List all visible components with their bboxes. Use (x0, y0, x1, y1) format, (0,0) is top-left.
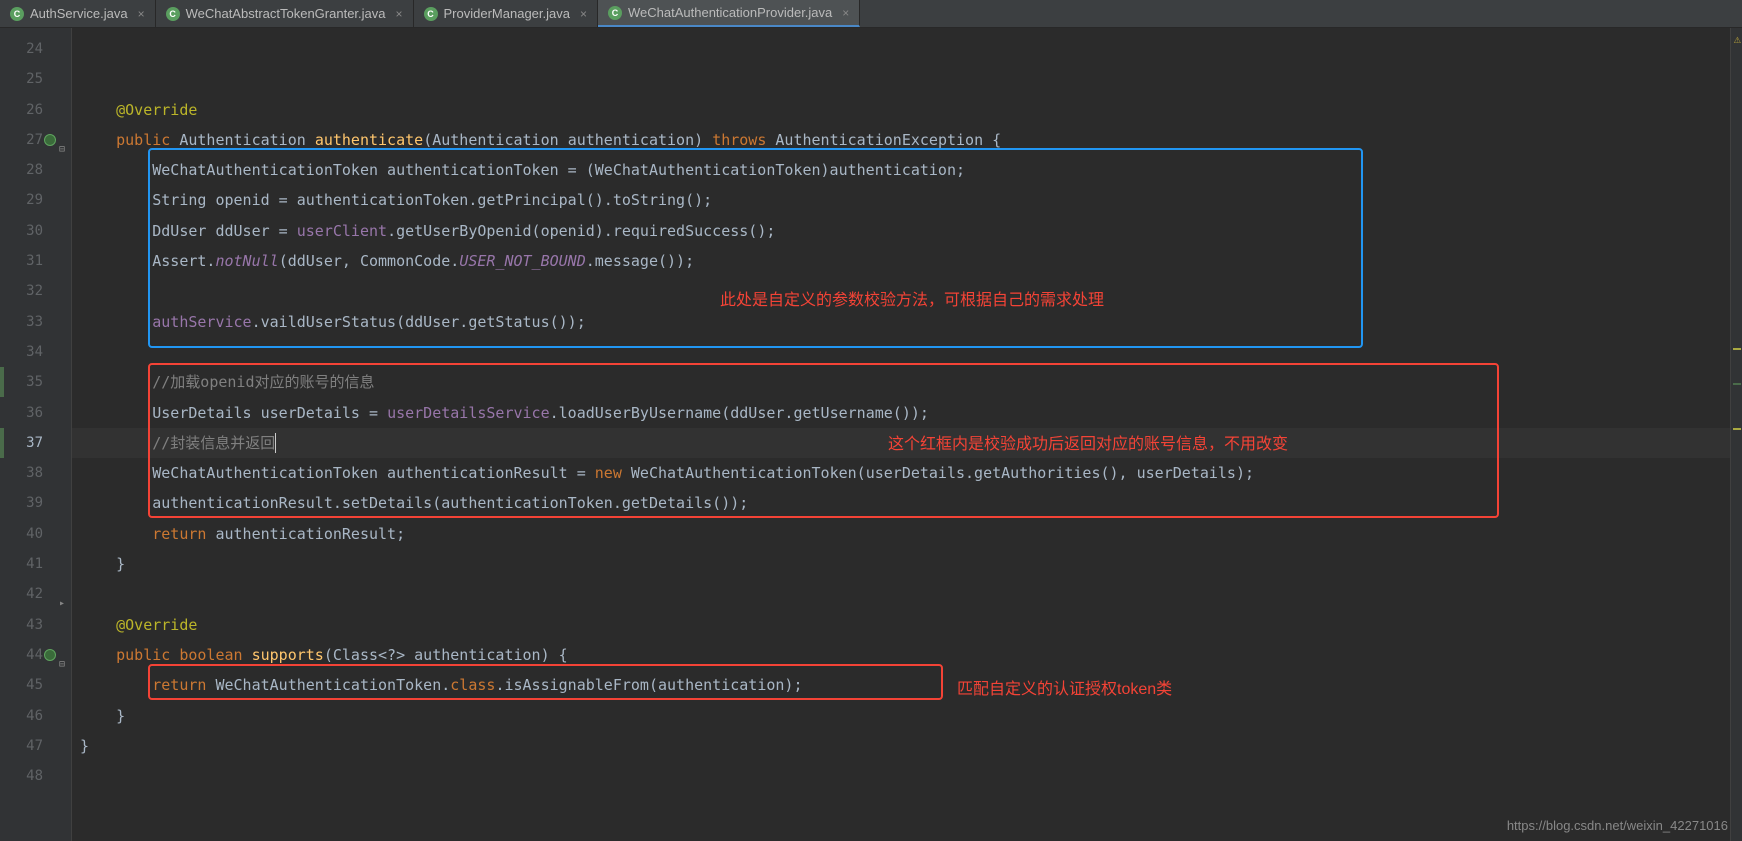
code-line[interactable]: } (72, 701, 1742, 731)
code-line[interactable]: public boolean supports(Class<?> authent… (72, 640, 1742, 670)
class-icon: C (10, 7, 24, 21)
code-line[interactable]: return authenticationResult; (72, 519, 1742, 549)
line-number: 40 (0, 519, 71, 549)
code-line[interactable]: authService.vaildUserStatus(ddUser.getSt… (72, 307, 1742, 337)
line-number: 45 (0, 670, 71, 700)
line-number: 43 (0, 610, 71, 640)
line-number: 38 (0, 458, 71, 488)
line-number: 28 (0, 155, 71, 185)
line-number: 48 (0, 761, 71, 791)
line-number: 32 (0, 276, 71, 306)
change-mark (0, 428, 4, 458)
close-icon[interactable]: × (842, 6, 849, 20)
code-line[interactable] (72, 337, 1742, 367)
marker-strip[interactable]: ⚠ (1730, 28, 1742, 841)
tab-providermanager[interactable]: C ProviderManager.java × (414, 0, 598, 27)
code-line[interactable]: public Authentication authenticate(Authe… (72, 125, 1742, 155)
line-number: 30 (0, 216, 71, 246)
text-cursor (275, 433, 276, 453)
line-number: 46 (0, 701, 71, 731)
line-number: 35 (0, 367, 71, 397)
code-line[interactable]: WeChatAuthenticationToken authentication… (72, 458, 1742, 488)
line-number: 27 ⊟ (0, 125, 71, 155)
code-editor[interactable]: @Override public Authentication authenti… (72, 28, 1742, 841)
change-mark (0, 367, 4, 397)
class-icon: C (608, 6, 622, 20)
editor-tabs: C AuthService.java × C WeChatAbstractTok… (0, 0, 1742, 28)
code-line[interactable] (72, 64, 1742, 94)
code-line[interactable]: return WeChatAuthenticationToken.class.i… (72, 670, 1742, 700)
code-line[interactable]: Assert.notNull(ddUser, CommonCode.USER_N… (72, 246, 1742, 276)
warning-icon[interactable]: ⚠ (1734, 32, 1741, 46)
tab-wechatabstracttokengranter[interactable]: C WeChatAbstractTokenGranter.java × (156, 0, 414, 27)
line-number: 39 (0, 488, 71, 518)
code-line[interactable] (72, 276, 1742, 306)
fold-icon[interactable]: ⊟ (55, 135, 65, 145)
code-line[interactable]: authenticationResult.setDetails(authenti… (72, 488, 1742, 518)
line-number: 29 (0, 185, 71, 215)
code-line[interactable]: UserDetails userDetails = userDetailsSer… (72, 398, 1742, 428)
line-number: 26 (0, 95, 71, 125)
fold-icon[interactable]: ⊟ (55, 650, 65, 660)
code-line[interactable]: DdUser ddUser = userClient.getUserByOpen… (72, 216, 1742, 246)
code-line[interactable]: } (72, 731, 1742, 761)
close-icon[interactable]: × (396, 7, 403, 21)
line-number: 42 ▸ (0, 579, 71, 609)
code-line[interactable]: String openid = authenticationToken.getP… (72, 185, 1742, 215)
marker[interactable] (1733, 428, 1741, 430)
line-number: 41 (0, 549, 71, 579)
expand-icon[interactable]: ▸ (55, 589, 65, 599)
code-line[interactable]: @Override (72, 610, 1742, 640)
class-icon: C (424, 7, 438, 21)
close-icon[interactable]: × (138, 7, 145, 21)
tab-label: AuthService.java (30, 6, 128, 21)
tab-label: ProviderManager.java (444, 6, 570, 21)
line-number: 36 (0, 398, 71, 428)
code-line[interactable] (72, 34, 1742, 64)
code-line[interactable]: @Override (72, 95, 1742, 125)
tab-label: WeChatAuthenticationProvider.java (628, 5, 832, 20)
line-number: 24 (0, 34, 71, 64)
code-line[interactable]: //加载openid对应的账号的信息 (72, 367, 1742, 397)
line-number: 34 (0, 337, 71, 367)
tab-label: WeChatAbstractTokenGranter.java (186, 6, 386, 21)
line-number: 31 (0, 246, 71, 276)
line-gutter: 24 25 26 27 ⊟ 28 29 30 31 32 33 34 35 36… (0, 28, 72, 841)
line-number: 47 (0, 731, 71, 761)
code-line[interactable] (72, 761, 1742, 791)
code-line[interactable] (72, 579, 1742, 609)
line-number: 44 ⊟ (0, 640, 71, 670)
class-icon: C (166, 7, 180, 21)
tab-wechatauthenticationprovider[interactable]: C WeChatAuthenticationProvider.java × (598, 0, 860, 27)
line-number: 33 (0, 307, 71, 337)
marker[interactable] (1733, 383, 1741, 385)
editor-area: 24 25 26 27 ⊟ 28 29 30 31 32 33 34 35 36… (0, 28, 1742, 841)
code-line[interactable]: } (72, 549, 1742, 579)
line-number: 25 (0, 64, 71, 94)
tab-authservice[interactable]: C AuthService.java × (0, 0, 156, 27)
close-icon[interactable]: × (580, 7, 587, 21)
code-line[interactable]: WeChatAuthenticationToken authentication… (72, 155, 1742, 185)
marker[interactable] (1733, 348, 1741, 350)
line-number: 37 (0, 428, 71, 458)
watermark: https://blog.csdn.net/weixin_42271016 (1507, 818, 1728, 833)
code-line[interactable]: //封装信息并返回 (72, 428, 1742, 458)
